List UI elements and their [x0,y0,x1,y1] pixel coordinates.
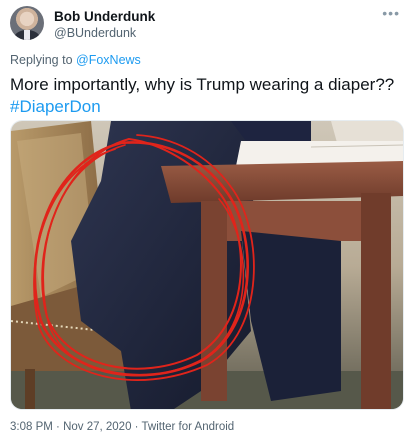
replying-to: Replying to @FoxNews [10,53,141,67]
tweet-header: Bob Underdunk @BUnderdunk ••• [10,6,402,42]
avatar-shirt [24,30,30,40]
replying-to-prefix: Replying to [10,53,77,67]
tweet-date[interactable]: Nov 27, 2020 [63,421,131,433]
author-name[interactable]: Bob Underdunk [54,9,155,24]
meta-separator: · [131,421,142,433]
tweet-body: More importantly, why is Trump wearing a… [10,75,395,94]
replying-to-mention[interactable]: @FoxNews [76,53,141,67]
tweet-time[interactable]: 3:08 PM [10,421,53,433]
desk-leg [201,201,227,401]
meta-separator: · [52,421,64,433]
more-options-icon[interactable]: ••• [382,6,400,20]
tweet-source[interactable]: Twitter for Android [142,421,235,433]
tweet-meta: 3:08 PM · Nov 27, 2020 · Twitter for And… [10,421,234,433]
photo-illustration [11,121,403,409]
hashtag-link[interactable]: #DiaperDon [10,96,404,118]
tweet-photo[interactable] [10,120,404,410]
tweet-text: More importantly, why is Trump wearing a… [10,74,404,118]
author-handle[interactable]: @BUnderdunk [54,26,136,40]
avatar[interactable] [10,6,44,40]
